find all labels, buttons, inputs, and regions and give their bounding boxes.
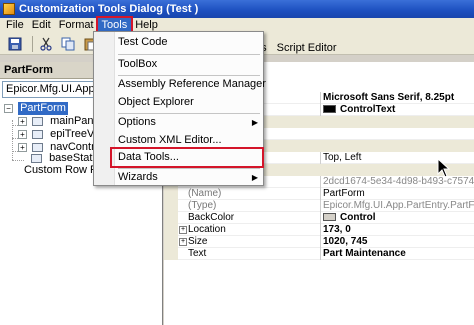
expand-icon[interactable]: + [179,226,187,234]
menu-item-options-label: Options [118,116,156,128]
menu-item-object-explorer[interactable]: Object Explorer [116,94,262,111]
app-icon [3,3,15,15]
tab-strip: ds Script Editor [255,40,347,58]
backcolor-value[interactable]: Control [320,212,474,224]
type-value[interactable]: Epicor.Mfg.UI.App.PartEntry.PartFor [320,200,474,212]
menu-separator [118,54,260,55]
text-value[interactable]: Part Maintenance [320,248,474,260]
mouse-cursor-icon [437,158,451,178]
menu-item-toolbox[interactable]: ToolBox [116,56,262,73]
menu-file[interactable]: File [2,18,28,33]
color-swatch [323,105,336,114]
menu-item-custom-xml-editor[interactable]: Custom XML Editor... [116,132,262,149]
name-value[interactable]: PartForm [320,188,474,200]
backcolor-text: Control [340,212,376,223]
prop-name: BackColor [188,212,235,223]
menu-item-test-code[interactable]: Test Code [116,34,262,51]
submenu-arrow-icon: ▶ [251,118,258,127]
treeview-icon [32,129,44,139]
save-icon[interactable] [6,35,24,53]
forecolor-value[interactable]: ControlText [320,104,474,116]
prop-row-location[interactable]: + Location 173, 0 [164,224,474,236]
prop-name: (Name) [188,188,222,199]
prop-name: Text [188,248,207,259]
size-value[interactable]: 1020, 745 [320,236,474,248]
color-swatch [323,213,336,222]
prop-row-backcolor[interactable]: BackColor Control [164,212,474,224]
forecolor-text: ControlText [340,104,396,115]
copy-icon[interactable] [59,35,77,53]
location-value[interactable]: 173, 0 [320,224,474,236]
tree-item-epitreeview[interactable]: + epiTreeVie [18,128,105,141]
tree-item-mainpanel[interactable]: + mainPane [18,115,102,128]
prop-name: (Type) [188,200,217,211]
tree-item-label: PartForm [18,102,68,115]
prop-row-name[interactable]: (Name) PartForm [164,188,474,200]
menu-item-wizards-label: Wizards [118,171,158,183]
menu-item-assembly-reference-manager[interactable]: Assembly Reference Manager [116,76,266,93]
tab-script-editor[interactable]: Script Editor [277,40,347,58]
prop-name: Size [188,236,208,247]
expand-icon[interactable]: + [18,129,27,139]
submenu-arrow-icon: ▶ [251,173,258,182]
font-value[interactable]: Microsoft Sans Serif, 8.25pt [320,92,474,104]
tools-dropdown-menu: Test Code ToolBox Assembly Reference Man… [93,31,266,186]
expand-icon[interactable]: + [179,238,187,246]
menu-item-options[interactable]: Options ▶ [116,114,262,131]
window-title: Customization Tools Dialog (Test ) [19,3,199,15]
menu-item-wizards[interactable]: Wizards ▶ [116,169,262,186]
toolbar-separator [32,35,33,52]
menu-item-data-tools[interactable]: Data Tools... [110,147,264,168]
panel-icon [32,116,44,126]
menu-edit[interactable]: Edit [28,18,55,33]
title-bar: Customization Tools Dialog (Test ) [0,0,474,18]
collapse-icon[interactable]: − [4,103,13,113]
tree-item-partform[interactable]: − PartForm [4,102,68,115]
prop-row-type[interactable]: (Type) Epicor.Mfg.UI.App.PartEntry.PartF… [164,200,474,212]
prop-row-text[interactable]: Text Part Maintenance [164,248,474,260]
prop-name: Location [188,224,226,235]
prop-row-size[interactable]: + Size 1020, 745 [164,236,474,248]
menu-format[interactable]: Format [55,18,98,33]
expand-icon[interactable]: + [18,142,27,152]
statusbar-icon [31,153,42,163]
cut-icon[interactable] [37,35,55,53]
navcontrol-icon [32,142,44,152]
expand-icon[interactable]: + [18,116,27,126]
